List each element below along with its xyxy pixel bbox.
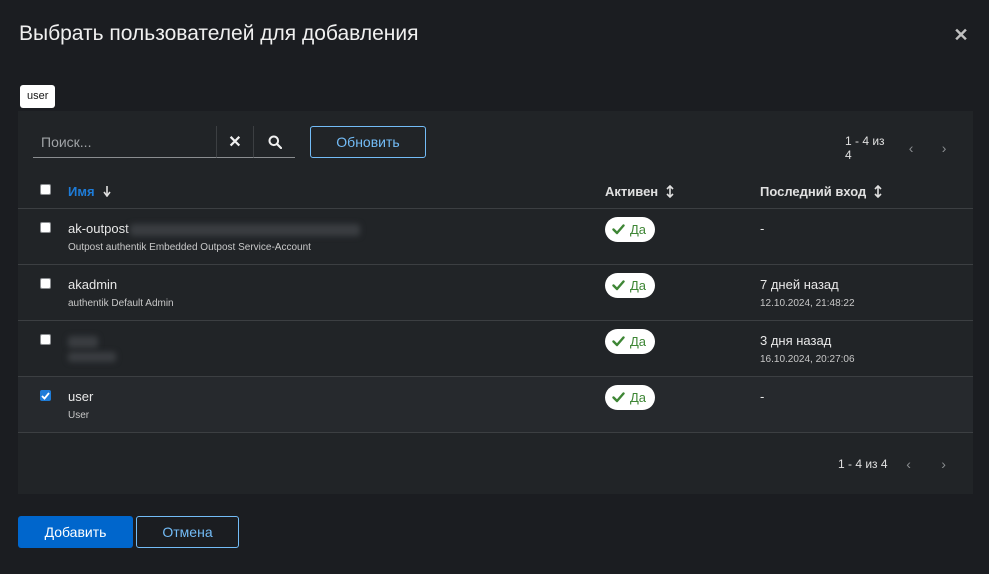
column-label-last-login: Последний вход — [760, 184, 867, 199]
status-badge: Да — [605, 329, 656, 354]
table-row[interactable]: ak-outpost Outpost authentik Embedded Ou… — [18, 209, 973, 265]
user-name: akadmin — [68, 277, 118, 292]
last-login: 7 дней назад — [760, 277, 839, 292]
status-label: Да — [630, 278, 647, 293]
sort-icon — [666, 185, 674, 198]
user-name-text: ak-outpost — [68, 221, 129, 236]
check-icon — [612, 224, 625, 235]
column-header-active[interactable]: Активен — [605, 184, 674, 199]
pagination-text: 1 - 4 из 4 — [838, 457, 888, 471]
user-description: User — [68, 410, 90, 421]
user-name: user — [68, 389, 94, 404]
sort-down-icon — [102, 186, 111, 197]
search-input[interactable] — [33, 126, 216, 157]
table-row[interactable]: user User Да - — [18, 377, 973, 433]
select-all-checkbox[interactable] — [40, 184, 51, 195]
chevron-left-icon[interactable]: ‹ — [894, 456, 924, 472]
checkmark-icon — [41, 391, 50, 400]
dialog-title: Выбрать пользователей для добавления — [19, 22, 419, 45]
status-badge: Да — [605, 385, 656, 410]
bottom-pagination: 1 - 4 из 4 ‹ › — [838, 456, 959, 472]
row-checkbox[interactable] — [40, 222, 51, 233]
row-checkbox[interactable] — [40, 334, 51, 345]
last-login-timestamp: 16.10.2024, 20:27:06 — [760, 354, 855, 365]
redacted-text — [129, 223, 360, 236]
users-table: Имя Активен Последний вход ak-outpost Ou… — [18, 171, 973, 433]
user-description: Outpost authentik Embedded Outpost Servi… — [68, 242, 311, 253]
redacted-text — [68, 352, 116, 363]
dialog-actions: Добавить Отмена — [18, 516, 239, 548]
user-description — [68, 352, 116, 363]
chevron-right-icon[interactable]: › — [929, 456, 959, 472]
check-icon — [612, 280, 625, 291]
search-icon — [268, 135, 282, 149]
select-users-dialog: Выбрать пользователей для добавления ✕ u… — [0, 0, 989, 574]
top-pagination: 1 - 4 из 4 ‹ › — [845, 134, 958, 162]
search-button[interactable] — [253, 126, 295, 158]
clear-search-button[interactable]: ✕ — [216, 126, 253, 158]
last-login: - — [760, 389, 765, 404]
check-icon — [612, 392, 625, 403]
column-header-last-login[interactable]: Последний вход — [760, 184, 882, 199]
table-row[interactable]: Да 3 дня назад 16.10.2024, 20:27:06 — [18, 321, 973, 377]
filter-chip[interactable]: user — [20, 85, 56, 108]
users-table-panel: ✕ Обновить 1 - 4 из 4 ‹ › Имя — [18, 111, 973, 494]
close-icon[interactable]: ✕ — [953, 26, 969, 44]
status-badge: Да — [605, 217, 656, 242]
user-name: ak-outpost — [68, 221, 360, 236]
last-login: 3 дня назад — [760, 333, 832, 348]
last-login-timestamp: 12.10.2024, 21:48:22 — [760, 298, 855, 309]
table-row[interactable]: akadmin authentik Default Admin Да 7 дне… — [18, 265, 973, 321]
status-label: Да — [630, 390, 647, 405]
column-label-name: Имя — [68, 184, 95, 199]
chevron-left-icon[interactable]: ‹ — [897, 140, 925, 156]
refresh-button[interactable]: Обновить — [310, 126, 426, 158]
table-header: Имя Активен Последний вход — [18, 171, 973, 209]
add-button[interactable]: Добавить — [18, 516, 133, 548]
status-badge: Да — [605, 273, 656, 298]
cancel-button[interactable]: Отмена — [136, 516, 239, 548]
pagination-text: 1 - 4 из 4 — [845, 134, 885, 162]
status-label: Да — [630, 334, 647, 349]
status-label: Да — [630, 222, 647, 237]
chevron-right-icon[interactable]: › — [930, 140, 958, 156]
sort-icon — [874, 185, 882, 198]
redacted-text — [68, 335, 98, 348]
user-description: authentik Default Admin — [68, 298, 174, 309]
row-checkbox[interactable] — [40, 278, 51, 289]
column-label-active: Активен — [605, 184, 659, 199]
close-icon: ✕ — [228, 133, 242, 151]
search-box — [33, 126, 216, 158]
column-header-name[interactable]: Имя — [68, 184, 111, 199]
row-checkbox[interactable] — [40, 390, 51, 401]
toolbar: ✕ Обновить 1 - 4 из 4 ‹ › — [33, 126, 958, 162]
check-icon — [612, 336, 625, 347]
last-login: - — [760, 221, 765, 236]
user-name — [68, 333, 98, 348]
